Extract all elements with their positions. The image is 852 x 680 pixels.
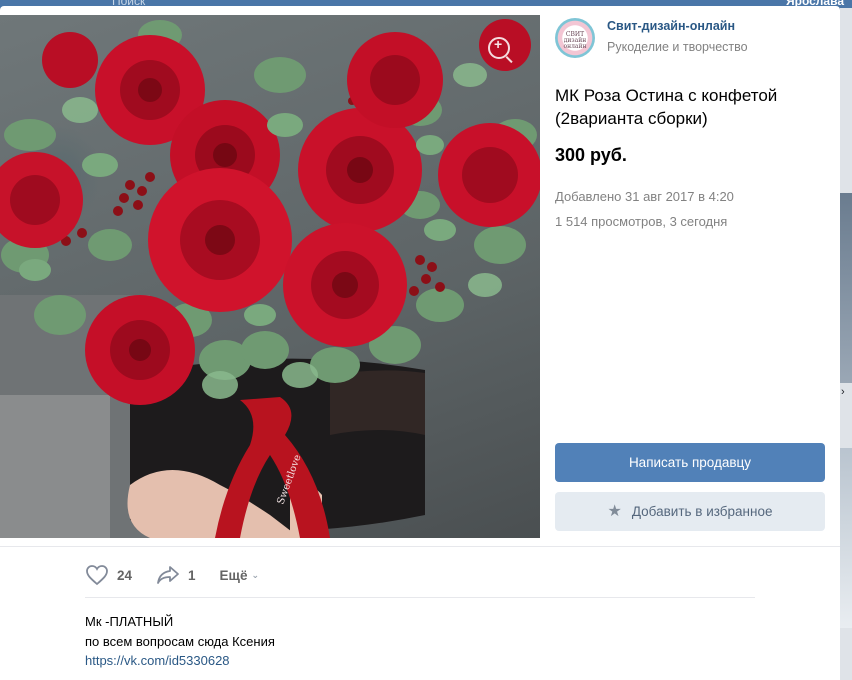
heart-icon: [86, 565, 108, 586]
contact-seller-button[interactable]: Написать продавцу: [555, 443, 825, 482]
zoom-in-icon[interactable]: [488, 36, 510, 59]
description-line: Мк -ПЛАТНЫЙ: [85, 614, 174, 629]
more-menu-button[interactable]: Ещё ⌄: [220, 568, 259, 583]
add-to-favorites-button[interactable]: ★ Добавить в избранное: [555, 492, 825, 531]
like-button[interactable]: 24: [85, 564, 132, 586]
background-thumbnail: [840, 193, 852, 383]
seller-avatar[interactable]: СВИТ дизайн онлайн: [555, 18, 595, 58]
seller-category: Рукоделие и творчество: [607, 40, 748, 54]
post-actions: 24 1 Ещё ⌄: [85, 559, 259, 591]
share-count: 1: [188, 567, 196, 583]
contact-seller-label: Написать продавцу: [628, 455, 752, 470]
product-price: 300 руб.: [555, 145, 627, 165]
share-button[interactable]: 1: [156, 565, 196, 585]
more-label: Ещё: [219, 567, 248, 583]
background-page-edge: ›: [840, 8, 852, 680]
description-line: по всем вопросам сюда Ксения: [85, 633, 275, 649]
product-modal: Sweetlove + СВИТ дизайн онлайн Свит-диза…: [0, 6, 840, 680]
background-arrow-icon: ›: [841, 386, 845, 398]
divider: [85, 597, 755, 598]
product-added-date: Добавлено 31 авг 2017 в 4:20: [555, 189, 734, 204]
product-description: Мк -ПЛАТНЫЙ по всем вопросам сюда Ксения…: [85, 612, 275, 671]
seller-name-link[interactable]: Свит-дизайн-онлайн: [607, 19, 735, 33]
star-icon: ★: [607, 502, 622, 520]
chevron-down-icon: ⌄: [251, 569, 259, 580]
share-arrow-icon: [157, 566, 179, 584]
product-photo-illustration: Sweetlove: [0, 19, 540, 538]
seller-avatar-text: СВИТ дизайн онлайн: [563, 31, 587, 50]
product-photo[interactable]: Sweetlove: [0, 15, 540, 538]
add-to-favorites-label: Добавить в избранное: [631, 504, 773, 519]
like-count: 24: [117, 567, 133, 583]
product-title: МК Роза Остина с конфетой (2варианта сбо…: [555, 86, 778, 128]
description-link[interactable]: https://vk.com/id5330628: [85, 653, 230, 668]
background-thumbnail: [840, 448, 852, 628]
divider: [0, 546, 840, 547]
product-views: 1 514 просмотров, 3 сегодня: [555, 214, 728, 229]
